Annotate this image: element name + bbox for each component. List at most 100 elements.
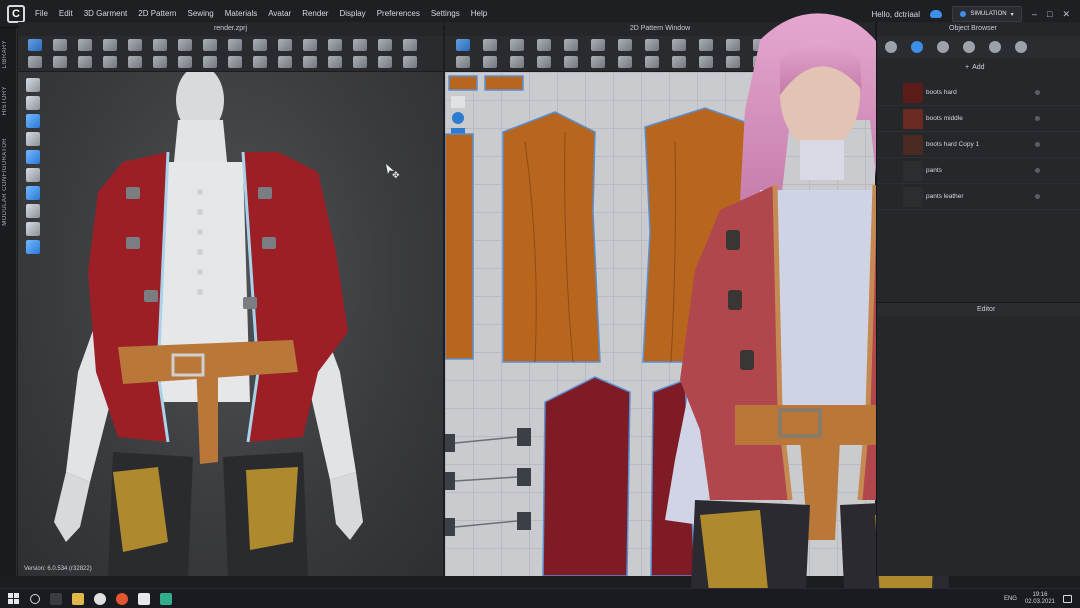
buttonhole-tab-icon[interactable] xyxy=(963,41,975,53)
polygon-icon[interactable] xyxy=(564,39,578,51)
internal-rectangle-icon[interactable] xyxy=(672,39,686,51)
tab-library[interactable]: LIBRARY xyxy=(2,40,8,68)
system-clock[interactable]: 19:16 02.03.2021 xyxy=(1025,592,1055,606)
settings-tool-icon[interactable] xyxy=(403,56,417,68)
shirt-tool-icon[interactable] xyxy=(228,39,242,51)
green-app-icon[interactable] xyxy=(160,592,172,605)
rectangle-icon[interactable] xyxy=(591,39,605,51)
snapshot-tool-icon[interactable] xyxy=(353,56,367,68)
button-tab-icon[interactable] xyxy=(937,41,949,53)
light-view-icon[interactable] xyxy=(26,222,40,236)
edit-pattern-icon[interactable] xyxy=(456,39,470,51)
settings-2d-icon[interactable] xyxy=(807,56,821,68)
pattern-canvas[interactable] xyxy=(445,72,875,576)
minimize-icon[interactable]: – xyxy=(1032,9,1037,19)
file-explorer-icon[interactable] xyxy=(72,592,84,605)
button-tool-icon[interactable] xyxy=(128,56,142,68)
close-icon[interactable]: ✕ xyxy=(1062,9,1070,20)
add-button[interactable]: + Add xyxy=(877,58,1080,76)
avatar-view-icon[interactable] xyxy=(26,78,40,92)
edit-point-icon[interactable] xyxy=(510,39,524,51)
scene-tab-icon[interactable] xyxy=(885,41,897,53)
annotation-icon[interactable] xyxy=(726,56,740,68)
elastic-tool-icon[interactable] xyxy=(278,56,292,68)
check-sewing-icon[interactable] xyxy=(483,56,497,68)
list-item[interactable]: pants leather xyxy=(877,184,1080,210)
notification-icon[interactable] xyxy=(1063,595,1072,603)
puckering-tool-icon[interactable] xyxy=(228,56,242,68)
layer-view-icon[interactable] xyxy=(26,204,40,218)
visibility-icon[interactable] xyxy=(1035,168,1040,173)
visibility-icon[interactable] xyxy=(1035,142,1040,147)
free-sewing-icon[interactable] xyxy=(456,56,470,68)
brush-tool-icon[interactable] xyxy=(328,39,342,51)
tab-history[interactable]: HISTORY xyxy=(2,86,8,115)
move-tool-icon[interactable] xyxy=(53,39,67,51)
menu-3d-garment[interactable]: 3D Garment xyxy=(84,9,128,18)
garment-view-icon[interactable] xyxy=(26,96,40,110)
list-item[interactable]: boots hard Copy 1 xyxy=(877,132,1080,158)
transform-tool-icon[interactable] xyxy=(78,39,92,51)
transform-pattern-icon[interactable] xyxy=(483,39,497,51)
text-tool-icon[interactable] xyxy=(753,39,767,51)
list-item[interactable]: boots hard xyxy=(877,80,1080,106)
task-view-icon[interactable] xyxy=(50,592,62,605)
topstitch-tool-icon[interactable] xyxy=(203,56,217,68)
menu-display[interactable]: Display xyxy=(339,9,365,18)
avatar-tool-icon[interactable] xyxy=(28,56,42,68)
fit-tool-icon[interactable] xyxy=(53,56,67,68)
clock-app-icon[interactable] xyxy=(94,592,106,605)
menu-avatar[interactable]: Avatar xyxy=(268,9,291,18)
pin-tool-icon[interactable] xyxy=(178,39,192,51)
texture-tool-icon[interactable] xyxy=(378,39,392,51)
slash-icon[interactable] xyxy=(645,56,659,68)
clo-app-icon[interactable] xyxy=(138,592,150,605)
menu-help[interactable]: Help xyxy=(471,9,487,18)
fold-arrange-icon[interactable] xyxy=(780,39,794,51)
internal-polygon-icon[interactable] xyxy=(645,39,659,51)
maximize-icon[interactable]: □ xyxy=(1047,9,1052,19)
globe-view-icon[interactable] xyxy=(26,240,40,254)
pin-icon[interactable] xyxy=(780,56,794,68)
simulation-mode-button[interactable]: SIMULATION ▾ xyxy=(952,6,1022,22)
menu-2d-pattern[interactable]: 2D Pattern xyxy=(138,9,176,18)
fold-tool-icon[interactable] xyxy=(103,39,117,51)
app-logo-icon[interactable]: C xyxy=(7,4,25,23)
chrome-icon[interactable] xyxy=(116,592,128,605)
visibility-icon[interactable] xyxy=(1035,90,1040,95)
notch-icon[interactable] xyxy=(564,56,578,68)
trace-icon[interactable] xyxy=(726,39,740,51)
menu-preferences[interactable]: Preferences xyxy=(377,9,420,18)
trim-tool-icon[interactable] xyxy=(328,56,342,68)
list-item[interactable]: boots middle xyxy=(877,106,1080,132)
fabric-view-icon[interactable] xyxy=(26,186,40,200)
tape-seam-tool-icon[interactable] xyxy=(303,56,317,68)
buttonhole-tool-icon[interactable] xyxy=(153,56,167,68)
graphic-tool-icon[interactable] xyxy=(403,39,417,51)
menu-render[interactable]: Render xyxy=(302,9,328,18)
cloud-icon[interactable] xyxy=(930,10,942,18)
circle-icon[interactable] xyxy=(618,39,632,51)
measure-tool-icon[interactable] xyxy=(253,39,267,51)
language-indicator[interactable]: ENG xyxy=(1004,596,1017,602)
viewport-3d[interactable]: ✥ Version: 6.0.534 (r32822) xyxy=(18,72,443,576)
topstitch-tab-icon[interactable] xyxy=(989,41,1001,53)
zipper-tab-icon[interactable] xyxy=(1015,41,1027,53)
edit-sewing-icon[interactable] xyxy=(510,56,524,68)
tab-modular-configurator[interactable]: MODULAR CONFIGURATOR xyxy=(2,138,8,226)
pencil-tool-icon[interactable] xyxy=(303,39,317,51)
edit-texture-icon[interactable] xyxy=(672,56,686,68)
tape-tool-icon[interactable] xyxy=(278,39,292,51)
zipper-tool-icon[interactable] xyxy=(178,56,192,68)
hide-tool-icon[interactable] xyxy=(378,56,392,68)
tape-icon[interactable] xyxy=(537,56,551,68)
pressure-tool-icon[interactable] xyxy=(103,56,117,68)
menu-materials[interactable]: Materials xyxy=(225,9,257,18)
ruler-icon[interactable] xyxy=(753,56,767,68)
grain-icon[interactable] xyxy=(591,56,605,68)
tack-tool-icon[interactable] xyxy=(153,39,167,51)
list-item[interactable]: pants xyxy=(877,158,1080,184)
menu-settings[interactable]: Settings xyxy=(431,9,460,18)
texture-view-icon[interactable] xyxy=(26,132,40,146)
fabric-tool-icon[interactable] xyxy=(353,39,367,51)
